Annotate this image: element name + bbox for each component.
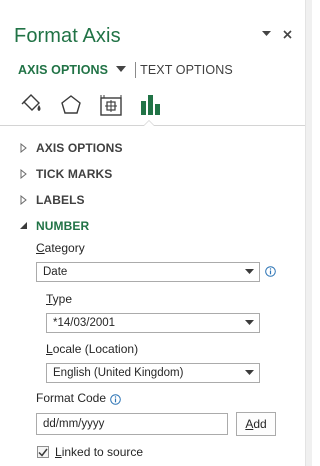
chevron-down-icon[interactable] — [116, 66, 127, 74]
format-code-input[interactable]: dd/mm/yyyy — [36, 413, 228, 435]
section-number[interactable]: NUMBER — [20, 218, 89, 234]
active-category-indicator — [143, 120, 155, 126]
section-axis-options[interactable]: AXIS OPTIONS — [20, 140, 123, 156]
chevron-right-icon — [20, 143, 30, 153]
type-select[interactable]: *14/03/2001 — [46, 313, 260, 333]
pane-title: Format Axis — [14, 25, 121, 47]
locale-select[interactable]: English (United Kingdom) — [46, 363, 260, 383]
tab-text-options[interactable]: TEXT OPTIONS — [140, 63, 233, 77]
chevron-right-icon — [20, 195, 30, 205]
tab-axis-options[interactable]: AXIS OPTIONS — [18, 63, 127, 77]
locale-label: Locale (Location) — [46, 342, 139, 356]
info-icon[interactable] — [110, 392, 121, 405]
close-icon[interactable] — [281, 28, 293, 40]
task-pane-options-icon[interactable] — [260, 28, 272, 40]
effects-pentagon-icon[interactable] — [58, 90, 98, 118]
section-tick-marks-label: TICK MARKS — [36, 167, 113, 181]
locale-select-value: English (United Kingdom) — [53, 367, 184, 379]
section-tick-marks[interactable]: TICK MARKS — [20, 166, 112, 182]
chevron-right-icon — [20, 169, 30, 179]
section-labels[interactable]: LABELS — [20, 192, 85, 208]
chevron-down-icon — [20, 221, 30, 231]
format-axis-pane: Format Axis AXIS OPTIONS TEXT OPTIONS AX… — [0, 0, 305, 466]
category-select-value: Date — [43, 266, 68, 278]
size-properties-icon[interactable] — [98, 90, 138, 118]
axis-options-bar-chart-icon[interactable] — [138, 90, 178, 118]
section-number-label: NUMBER — [36, 219, 90, 233]
pane-scrollbar[interactable] — [305, 0, 312, 466]
category-label: Category — [36, 241, 85, 255]
chevron-down-icon — [245, 269, 254, 275]
add-button-label: Add — [245, 417, 267, 431]
fill-line-icon[interactable] — [18, 90, 58, 118]
tab-separator — [135, 62, 137, 78]
type-select-value: *14/03/2001 — [53, 317, 116, 329]
format-code-label: Format Code — [36, 391, 107, 405]
type-label: Type — [46, 292, 73, 306]
format-code-value: dd/mm/yyyy — [43, 418, 105, 430]
section-labels-label: LABELS — [36, 193, 85, 207]
options-tabs: AXIS OPTIONS TEXT OPTIONS — [18, 62, 233, 78]
info-icon[interactable] — [265, 264, 276, 277]
category-select[interactable]: Date — [36, 262, 260, 282]
category-icons — [18, 90, 178, 118]
tab-axis-options-label: AXIS OPTIONS — [18, 63, 109, 77]
linked-to-source-checkbox[interactable] — [37, 446, 49, 458]
linked-to-source-label: Linked to source — [55, 445, 144, 459]
chevron-down-icon — [245, 370, 254, 376]
checkmark-icon — [38, 448, 48, 457]
add-button[interactable]: Add — [236, 412, 276, 436]
pane-controls — [260, 28, 293, 40]
section-axis-options-label: AXIS OPTIONS — [36, 141, 123, 155]
chevron-down-icon — [245, 320, 254, 326]
